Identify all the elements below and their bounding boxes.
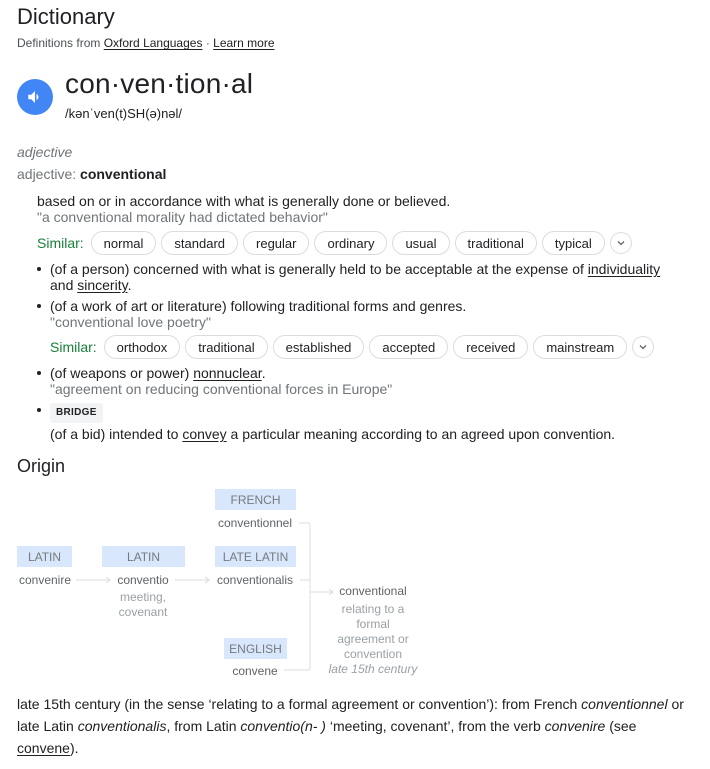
etymology-word: conventionalis	[216, 573, 294, 587]
etymology-gloss: relating to a formal agreement or conven…	[318, 602, 428, 677]
etymology-lang-badge: LATIN	[102, 546, 185, 567]
origin-text: (see	[605, 718, 637, 734]
gloss-line: relating to a	[341, 602, 405, 616]
etymology-word: conventionnel	[217, 516, 293, 530]
etymology-word: conventio	[117, 573, 169, 587]
origin-text: , from Latin	[166, 718, 241, 734]
etymology-word: convene	[232, 664, 278, 678]
gloss-line: formal	[356, 617, 390, 631]
origin-term: conventionalis	[77, 718, 167, 734]
etymology-date: late 15th century	[328, 662, 418, 676]
origin-text: ).	[69, 740, 79, 756]
gloss-line: agreement or	[337, 632, 409, 646]
origin-term: conventionnel	[581, 696, 668, 712]
gloss-line: covenant	[118, 605, 168, 619]
gloss-line: meeting,	[119, 590, 167, 604]
etymology-word: convenire	[18, 573, 72, 587]
gloss-line: convention	[343, 647, 403, 661]
origin-text: ‘meeting, covenant’, from the verb	[325, 718, 545, 734]
etymology-lang-badge: LATIN	[17, 546, 72, 567]
origin-term: conventio(n- )	[240, 718, 326, 734]
origin-term: convenire	[544, 718, 606, 734]
origin-text: late 15th century (in the sense ‘relatin…	[17, 696, 582, 712]
etymology-lang-badge: FRENCH	[215, 489, 296, 510]
convene-link[interactable]: convene	[17, 740, 70, 756]
etymology-lang-badge: ENGLISH	[224, 638, 287, 659]
etymology-lang-badge: LATE LATIN	[215, 546, 296, 567]
origin-paragraph: late 15th century (in the sense ‘relatin…	[17, 693, 697, 759]
etymology-word-final: conventional	[339, 584, 407, 598]
etymology-gloss: meeting, covenant	[103, 590, 183, 620]
